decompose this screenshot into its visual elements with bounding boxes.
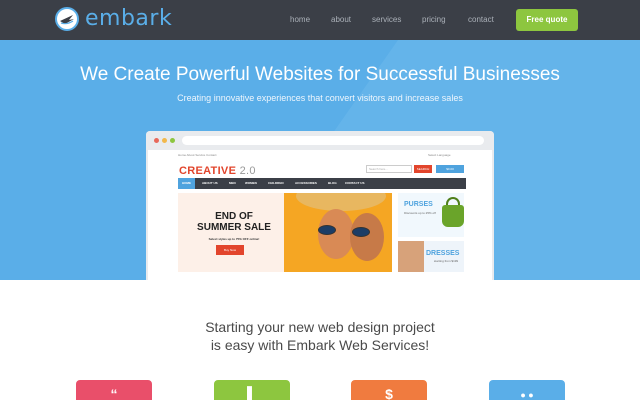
address-bar xyxy=(182,136,484,145)
intro-title: Starting your new web design project is … xyxy=(0,318,640,354)
mockup-menu-item: ACCESSORIES xyxy=(295,181,317,185)
hero-title: We Create Powerful Websites for Successf… xyxy=(80,64,560,85)
maximize-dot-icon xyxy=(170,138,175,143)
dollar-icon: $ xyxy=(385,386,393,400)
nav-link-home[interactable]: home xyxy=(290,15,310,25)
mockup-page: Home About Service Contact Select Langua… xyxy=(148,150,492,280)
sale-title: END OF SUMMER SALE xyxy=(182,211,286,233)
intro-title-line1: Starting your new web design project xyxy=(205,319,435,335)
free-quote-button[interactable]: Free quote xyxy=(516,9,578,31)
feature-tile-quote[interactable]: “ xyxy=(76,380,152,400)
hero-subtitle: Creating innovative experiences that con… xyxy=(177,93,463,103)
mockup-dresses-card: DRESSES starting from $199 xyxy=(398,241,464,272)
handbag-icon xyxy=(442,205,464,227)
mockup-brand: CREATIVE 2.0 xyxy=(179,165,256,177)
sale-subtitle: Select styles up to 75% OFF online! xyxy=(208,237,260,241)
mockup-sale-banner: END OF SUMMER SALE Select styles up to 7… xyxy=(178,193,392,272)
sunglasses-icon xyxy=(318,225,336,235)
sale-title-line1: END OF xyxy=(215,211,253,222)
mockup-search-input: Search here... xyxy=(366,165,412,173)
purses-subtitle: Discounts up to 25% off xyxy=(404,211,436,215)
intro-section: Starting your new web design project is … xyxy=(0,280,640,400)
mockup-top-links: Home About Service Contact xyxy=(178,153,217,157)
mockup-menu: HOME ABOUT US MEN WOMEN CHILDREN ACCESSO… xyxy=(178,178,466,189)
dresses-subtitle: starting from $199 xyxy=(433,259,459,263)
feature-tile-phone[interactable]: ▌ xyxy=(214,380,290,400)
phone-icon: ▌ xyxy=(247,386,257,400)
mockup-menu-item: CHILDREN xyxy=(268,181,284,185)
banner-photo xyxy=(284,193,392,272)
minimize-dot-icon xyxy=(162,138,167,143)
mockup-menu-item: HOME xyxy=(178,178,195,189)
feature-tile-dollar[interactable]: $ xyxy=(351,380,427,400)
hero-section: We Create Powerful Websites for Successf… xyxy=(0,40,640,280)
nav-link-services[interactable]: services xyxy=(372,15,401,25)
mockup-menu-item: ABOUT US xyxy=(202,181,218,185)
mockup-menu-item: CONTACT US xyxy=(345,181,365,185)
nav-link-contact[interactable]: contact xyxy=(468,15,494,25)
sale-title-line2: SUMMER SALE xyxy=(197,222,271,233)
mockup-menu-item: BLOG xyxy=(328,181,337,185)
top-navbar: embark home about services pricing conta… xyxy=(0,0,640,40)
social-icon: ● ● xyxy=(520,390,534,400)
browser-toolbar xyxy=(146,131,494,150)
quote-icon: “ xyxy=(110,386,118,400)
buy-now-button: Buy Now xyxy=(216,245,244,255)
browser-mockup: Home About Service Contact Select Langua… xyxy=(146,131,494,280)
nav-link-about[interactable]: about xyxy=(331,15,351,25)
mockup-search-button: SEARCH xyxy=(414,165,432,173)
mockup-brand-version: 2.0 xyxy=(239,165,256,177)
intro-title-line2: is easy with Embark Web Services! xyxy=(210,337,430,353)
mockup-purses-card: PURSES Discounts up to 25% off xyxy=(398,193,464,237)
mockup-menu-item: MEN xyxy=(229,181,236,185)
model-photo xyxy=(398,241,424,272)
person-face-shape xyxy=(350,213,384,261)
nav-link-pricing[interactable]: pricing xyxy=(422,15,446,25)
mockup-language: Select Language xyxy=(428,153,451,157)
mockup-menu-item: WOMEN xyxy=(245,181,257,185)
purses-title: PURSES xyxy=(404,201,433,208)
mockup-brand-name: CREATIVE xyxy=(179,165,237,177)
close-dot-icon xyxy=(154,138,159,143)
mockup-cart: $0.00 xyxy=(436,165,464,173)
feature-tile-social[interactable]: ● ● xyxy=(489,380,565,400)
dresses-title: DRESSES xyxy=(426,250,460,257)
sunhat-shape xyxy=(296,193,386,211)
sunglasses-icon xyxy=(352,227,370,237)
